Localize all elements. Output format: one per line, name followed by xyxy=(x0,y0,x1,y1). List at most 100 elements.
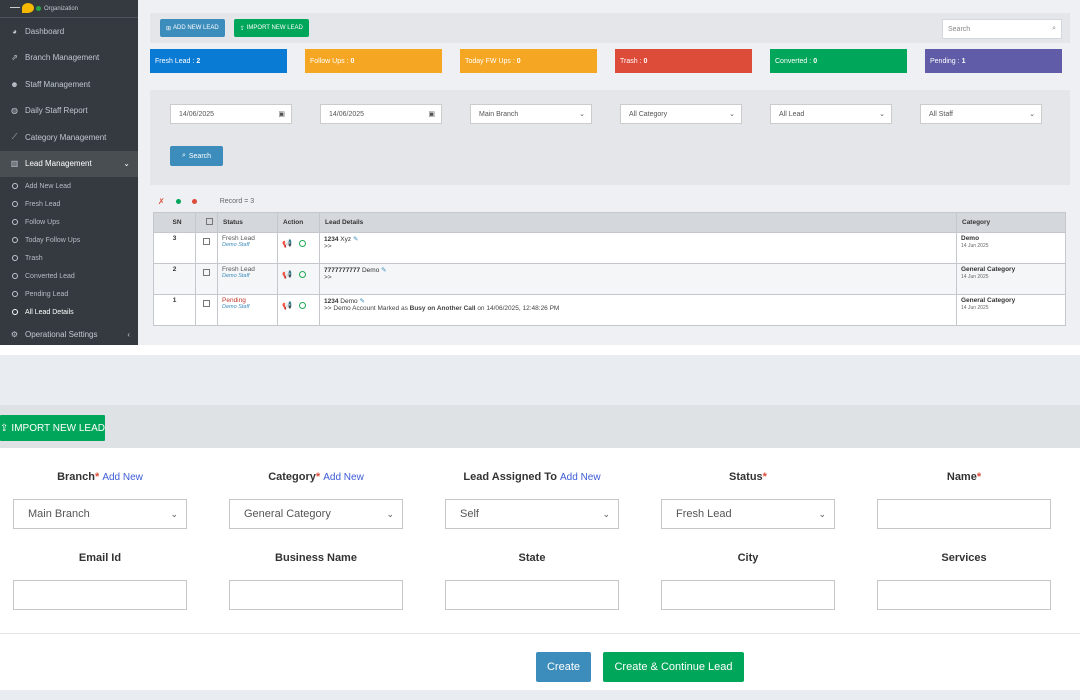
sub-item-add-new-lead[interactable]: Add New Lead xyxy=(0,177,138,195)
calendar-icon: ▣ xyxy=(428,111,435,118)
pencil-icon[interactable]: ✎ xyxy=(353,236,358,243)
header-status: Status xyxy=(217,212,278,233)
sub-item-trash[interactable]: Trash xyxy=(0,249,138,267)
assigned-select[interactable]: Self ⌄ xyxy=(445,499,619,529)
megaphone-icon[interactable]: 📢 xyxy=(282,239,292,248)
row-checkbox[interactable] xyxy=(203,300,210,307)
add-new-lead-button[interactable]: ⊞ ADD NEW LEAD xyxy=(160,19,225,37)
select-all-checkbox[interactable] xyxy=(205,218,213,225)
name-input[interactable] xyxy=(877,499,1051,529)
sub-item-today-follow-ups[interactable]: Today Follow Ups xyxy=(0,231,138,249)
pencil-icon[interactable]: ✎ xyxy=(381,267,386,274)
sidebar-item-dashboard[interactable]: ◕ Dashboard xyxy=(0,18,138,45)
whatsapp-icon[interactable] xyxy=(298,271,306,278)
sidebar-item-category[interactable]: ⟋ Category Management xyxy=(0,124,138,151)
name-field: Name* xyxy=(877,471,1051,529)
card-follow-ups[interactable]: Follow Ups :0 xyxy=(305,49,442,73)
chevron-down-icon: ⌄ xyxy=(602,508,610,519)
staff-link[interactable]: Demo Staff xyxy=(222,273,273,279)
date-to-input[interactable]: 14/06/2025 ▣ xyxy=(320,104,442,124)
whatsapp-icon[interactable] xyxy=(298,240,306,247)
import-new-lead-button[interactable]: ⇪ IMPORT NEW LEAD xyxy=(233,19,309,37)
services-input[interactable] xyxy=(877,580,1051,610)
megaphone-icon[interactable]: 📢 xyxy=(282,270,292,279)
category-date: 14 Jun 2025 xyxy=(961,274,989,280)
sidebar-item-daily-report[interactable]: ◍ Daily Staff Report xyxy=(0,98,138,125)
sub-item-fresh-lead[interactable]: Fresh Lead xyxy=(0,195,138,213)
services-label: Services xyxy=(941,552,987,564)
sidebar-item-staff[interactable]: ☻ Staff Management xyxy=(0,71,138,98)
email-field: Email Id xyxy=(13,552,187,610)
card-fresh-lead[interactable]: Fresh Lead :2 xyxy=(150,49,287,73)
lead-list-screen: Organization ◕ Dashboard ⇗ Branch Manageme… xyxy=(0,0,1080,345)
email-input[interactable] xyxy=(13,580,187,610)
red-dot-icon[interactable] xyxy=(191,198,197,204)
category-add-new-link[interactable]: Add New xyxy=(323,472,364,483)
sub-item-all-lead-details[interactable]: All Lead Details xyxy=(0,303,138,321)
category-date: 14 Jun 2025 xyxy=(961,243,989,249)
table-row: 2 Fresh Lead Demo Staff 📢 7777777777 Demo… xyxy=(153,263,1066,295)
branch-select[interactable]: Main Branch ⌄ xyxy=(470,104,592,124)
whatsapp-icon[interactable] xyxy=(298,302,306,309)
sub-item-converted-lead[interactable]: Converted Lead xyxy=(0,267,138,285)
row-checkbox[interactable] xyxy=(203,269,210,276)
category-name: General Category xyxy=(961,266,1016,273)
circle-icon xyxy=(12,237,18,243)
card-trash[interactable]: Trash :0 xyxy=(615,49,752,73)
business-label: Business Name xyxy=(275,552,357,564)
lead-name: Xyz xyxy=(340,236,352,243)
staff-link[interactable]: Demo Staff xyxy=(222,242,273,248)
sub-item-follow-ups[interactable]: Follow Ups xyxy=(0,213,138,231)
search-input[interactable]: Search ⌕ xyxy=(942,19,1062,39)
green-dot-icon[interactable] xyxy=(175,198,181,204)
category-select[interactable]: All Category ⌄ xyxy=(620,104,742,124)
import-new-lead-button[interactable]: ⇪ IMPORT NEW LEAD xyxy=(0,415,105,441)
create-continue-button[interactable]: Create & Continue Lead xyxy=(603,652,744,682)
lead-detail-bold: Busy on Another Call xyxy=(409,305,476,312)
sub-item-pending-lead[interactable]: Pending Lead xyxy=(0,285,138,303)
city-input[interactable] xyxy=(661,580,835,610)
sidebar-item-lead-management[interactable]: ▥ Lead Management ⌄ xyxy=(0,150,138,177)
required-mark: * xyxy=(976,471,982,483)
pencil-icon[interactable]: ✎ xyxy=(359,298,364,305)
leads-table: SN Status Action Lead Details Category 3… xyxy=(153,212,1066,326)
sidebar-item-operational-settings[interactable]: ⚙ Operational Settings ‹ xyxy=(0,321,138,348)
row-checkbox[interactable] xyxy=(203,238,210,245)
required-mark: * xyxy=(94,471,100,483)
megaphone-icon[interactable]: 📢 xyxy=(282,301,292,310)
lead-select[interactable]: All Lead ⌄ xyxy=(770,104,892,124)
status-label: Status xyxy=(729,471,763,483)
add-lead-screen: ⇪ IMPORT NEW LEAD Branch* Add New Main Br… xyxy=(0,355,1080,700)
card-converted[interactable]: Converted :0 xyxy=(770,49,907,73)
required-mark: * xyxy=(315,471,321,483)
card-pending[interactable]: Pending :1 xyxy=(925,49,1062,73)
date-from-input[interactable]: 14/06/2025 ▣ xyxy=(170,104,292,124)
lead-detail-tail: on 14/06/2025, 12:48:26 PM xyxy=(477,305,560,312)
sidebar-item-branch[interactable]: ⇗ Branch Management xyxy=(0,45,138,72)
branch-select[interactable]: Main Branch ⌄ xyxy=(13,499,187,529)
staff-select[interactable]: All Staff ⌄ xyxy=(920,104,1042,124)
status-field: Status* Fresh Lead ⌄ xyxy=(661,471,835,529)
card-today-fw-ups[interactable]: Today FW Ups :0 xyxy=(460,49,597,73)
business-input[interactable] xyxy=(229,580,403,610)
services-field: Services xyxy=(877,552,1051,610)
circle-icon xyxy=(12,219,18,225)
state-input[interactable] xyxy=(445,580,619,610)
add-lead-form: Branch* Add New Main Branch ⌄ Category* A… xyxy=(0,448,1080,690)
staff-link[interactable]: Demo Staff xyxy=(222,304,273,310)
state-field: State xyxy=(445,552,619,610)
header-checkbox[interactable] xyxy=(195,212,218,233)
create-button[interactable]: Create xyxy=(536,652,591,682)
close-icon[interactable]: ✗ xyxy=(158,197,165,206)
assigned-label: Lead Assigned To xyxy=(463,471,557,483)
status-select[interactable]: Fresh Lead ⌄ xyxy=(661,499,835,529)
branch-add-new-link[interactable]: Add New xyxy=(102,472,143,483)
upload-icon: ⇪ xyxy=(239,25,245,32)
chevron-down-icon: ⌄ xyxy=(386,508,394,519)
toolbar: ⊞ ADD NEW LEAD ⇪ IMPORT NEW LEAD Search ⌕ xyxy=(150,13,1070,43)
assigned-add-new-link[interactable]: Add New xyxy=(560,472,601,483)
category-select[interactable]: General Category ⌄ xyxy=(229,499,403,529)
row-sn: 2 xyxy=(153,263,196,295)
search-button[interactable]: ⌕ Search xyxy=(170,146,223,166)
divider xyxy=(0,345,1080,355)
